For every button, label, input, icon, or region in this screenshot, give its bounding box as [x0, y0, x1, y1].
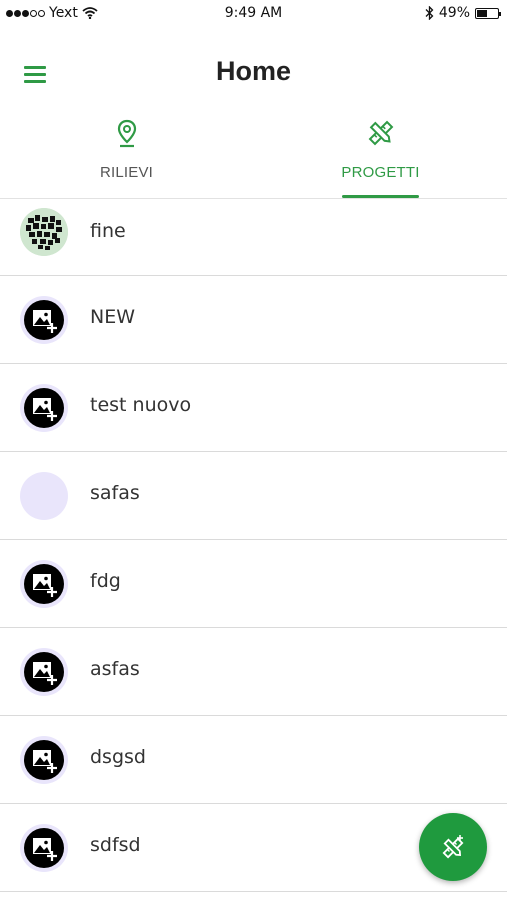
- list-item[interactable]: test nuovo: [0, 364, 507, 452]
- project-avatar: [20, 296, 68, 344]
- list-item[interactable]: safas: [0, 452, 507, 540]
- battery-percent: 49%: [438, 5, 470, 21]
- project-name: dsgsd: [90, 746, 146, 768]
- tab-progetti[interactable]: PROGETTI: [254, 106, 507, 198]
- bluetooth-icon: [425, 6, 434, 20]
- project-list: fine NEW test nuovo safas fdg asfas dsgs…: [0, 198, 507, 892]
- list-item[interactable]: asfas: [0, 628, 507, 716]
- add-image-icon: [33, 838, 57, 861]
- add-image-icon: [33, 662, 57, 685]
- project-name: fdg: [90, 570, 121, 592]
- status-bar: Yext 9:49 AM 49%: [0, 0, 507, 26]
- add-image-icon: [33, 574, 57, 597]
- project-avatar-photo: [20, 208, 68, 256]
- project-name: fine: [90, 220, 126, 242]
- list-item[interactable]: dsgsd: [0, 716, 507, 804]
- tab-bar: RILIEVI PROGETTI: [0, 106, 507, 199]
- photo-thumbnail: [20, 208, 68, 256]
- list-item[interactable]: fdg: [0, 540, 507, 628]
- list-item[interactable]: NEW: [0, 276, 507, 364]
- project-avatar: [20, 648, 68, 696]
- page-title: Home: [215, 56, 291, 86]
- ruler-pencil-icon: [368, 120, 394, 146]
- project-name: sdfsd: [90, 834, 141, 856]
- project-name: NEW: [90, 306, 136, 328]
- tab-progetti-label: PROGETTI: [341, 164, 420, 181]
- add-image-icon: [33, 310, 57, 333]
- map-pin-icon: [117, 119, 137, 148]
- tab-rilievi-label: RILIEVI: [99, 164, 154, 181]
- add-project-icon: [442, 835, 464, 859]
- tab-rilievi[interactable]: RILIEVI: [0, 106, 253, 198]
- project-avatar: [20, 736, 68, 784]
- project-avatar: [20, 824, 68, 872]
- status-right: 49%: [425, 5, 501, 21]
- project-avatar-empty: [20, 472, 68, 520]
- project-avatar: [20, 560, 68, 608]
- battery-icon: [475, 7, 501, 19]
- project-name: test nuovo: [90, 394, 192, 416]
- app-header: Home: [0, 26, 507, 106]
- add-image-icon: [33, 750, 57, 773]
- list-item[interactable]: fine: [0, 198, 507, 276]
- project-avatar: [20, 384, 68, 432]
- project-name: asfas: [90, 658, 140, 680]
- add-project-button[interactable]: [419, 813, 487, 881]
- project-name: safas: [90, 482, 140, 504]
- add-image-icon: [33, 398, 57, 421]
